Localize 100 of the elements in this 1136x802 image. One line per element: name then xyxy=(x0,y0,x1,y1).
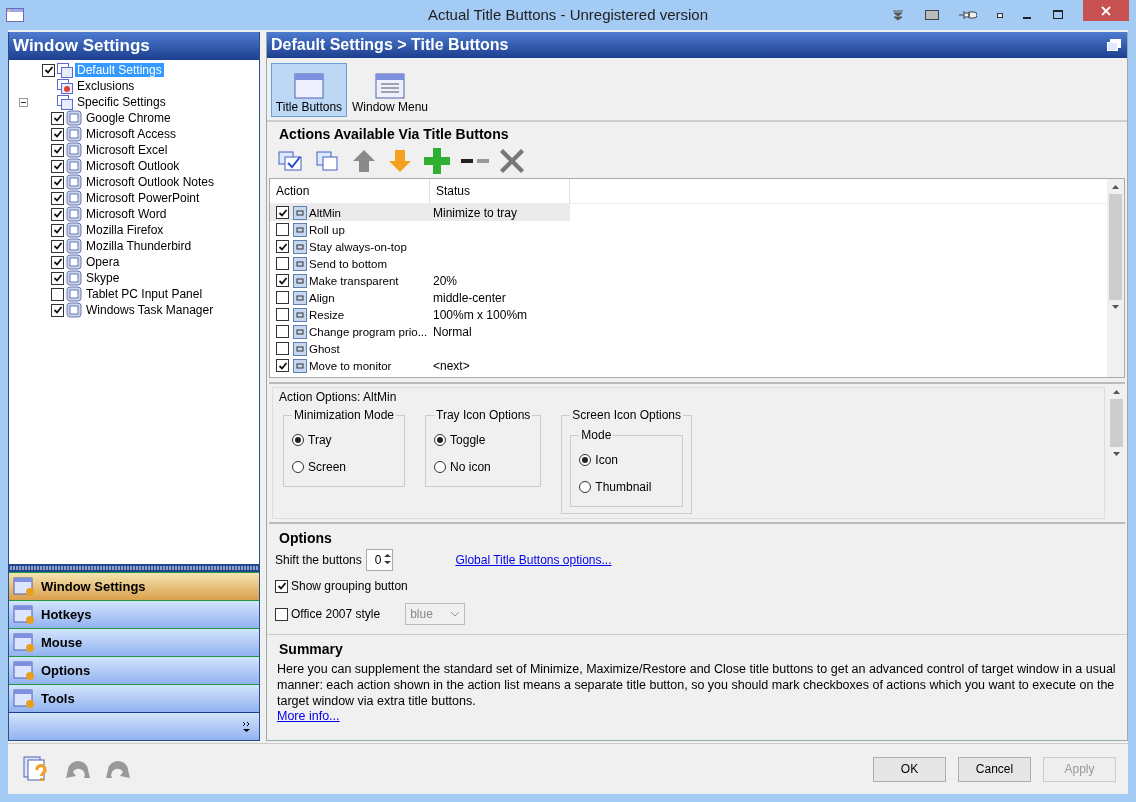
toolbar-tab[interactable]: Window Menu xyxy=(349,63,432,117)
section-title: Summary xyxy=(278,640,344,659)
check-all-icon[interactable] xyxy=(277,149,305,173)
action-status: middle-center xyxy=(433,290,506,305)
tree-item[interactable]: Mozilla Firefox xyxy=(84,223,166,237)
tree-item[interactable]: Microsoft PowerPoint xyxy=(84,191,202,205)
roll-icon[interactable] xyxy=(891,9,905,21)
checkbox[interactable] xyxy=(51,255,64,269)
list-row[interactable]: Roll up xyxy=(270,221,570,238)
radio-button[interactable] xyxy=(292,433,304,446)
list-row[interactable]: Move to monitor <next> xyxy=(270,357,570,374)
tree-item[interactable]: Google Chrome xyxy=(84,111,173,125)
scrollbar[interactable] xyxy=(1107,179,1124,377)
pin-icon[interactable] xyxy=(959,10,977,20)
checkbox[interactable] xyxy=(276,359,289,372)
tree-item[interactable]: Microsoft Outlook xyxy=(84,159,182,173)
spin-arrows-icon[interactable] xyxy=(383,551,393,566)
checkbox[interactable] xyxy=(51,159,64,173)
checkbox[interactable] xyxy=(276,206,289,219)
tree-item[interactable]: Microsoft Word xyxy=(84,207,169,221)
tree-item[interactable]: Exclusions xyxy=(75,79,137,93)
action-icon xyxy=(293,239,307,254)
radio-label: Toggle xyxy=(450,432,486,447)
tree-item[interactable]: Microsoft Outlook Notes xyxy=(84,175,217,189)
radio-button[interactable] xyxy=(434,433,447,446)
list-row[interactable]: Resize 100%m x 100%m xyxy=(270,306,570,323)
checkbox[interactable] xyxy=(51,143,64,157)
checkbox[interactable] xyxy=(51,271,64,285)
splitter-handle[interactable] xyxy=(9,564,259,572)
radio-label: Screen xyxy=(308,459,347,474)
app-icon xyxy=(66,286,82,302)
tree-item[interactable]: Opera xyxy=(84,255,122,269)
options-link[interactable]: Global Title Buttons options... xyxy=(455,553,612,567)
radio-button[interactable] xyxy=(579,480,592,493)
dialog-button[interactable]: OK xyxy=(873,756,946,782)
tree-item[interactable]: Specific Settings xyxy=(75,95,168,109)
tree-item[interactable]: Skype xyxy=(84,271,122,285)
arrow-up-icon[interactable] xyxy=(351,149,377,173)
more-info-link[interactable]: More info... xyxy=(277,709,340,723)
action-icon xyxy=(293,273,307,288)
collapse-toggle[interactable] xyxy=(19,97,28,107)
checkbox[interactable] xyxy=(276,274,289,287)
tree-item[interactable]: Mozilla Thunderbird xyxy=(84,239,194,253)
tree-item[interactable]: Windows Task Manager xyxy=(84,303,216,317)
chevron-icon[interactable] xyxy=(242,720,251,733)
list-row[interactable]: Align middle-center xyxy=(270,289,570,306)
pattern-icon[interactable] xyxy=(925,10,939,20)
list-row[interactable]: Change program prio... Normal xyxy=(270,323,570,340)
restore-icon[interactable] xyxy=(1107,39,1121,51)
nav-item[interactable]: Hotkeys xyxy=(9,600,259,628)
toolbar-tab[interactable]: Title Buttons xyxy=(271,63,347,117)
tree-item[interactable]: Microsoft Excel xyxy=(84,143,170,157)
column-header[interactable]: Action xyxy=(270,179,430,203)
action-name: Align xyxy=(308,291,336,304)
nav-overflow-bar[interactable] xyxy=(9,712,259,740)
list-row[interactable]: AltMin Minimize to tray xyxy=(270,204,570,221)
checkbox[interactable] xyxy=(51,303,64,317)
list-row[interactable]: Make transparent 20% xyxy=(270,272,570,289)
checkbox[interactable] xyxy=(276,257,289,270)
spin-field[interactable]: 0 xyxy=(365,549,394,571)
checkbox[interactable] xyxy=(275,607,288,621)
nav-item[interactable]: Tools xyxy=(9,684,259,712)
tree-item[interactable]: Microsoft Access xyxy=(84,127,179,141)
checkbox[interactable] xyxy=(51,239,64,253)
checkbox[interactable] xyxy=(51,207,64,221)
nav-item[interactable]: Options xyxy=(9,656,259,684)
checkbox[interactable] xyxy=(42,63,55,77)
checkbox[interactable] xyxy=(51,287,64,301)
checkbox[interactable] xyxy=(276,342,289,355)
checkbox[interactable] xyxy=(51,191,64,205)
checkbox[interactable] xyxy=(276,308,289,321)
separator-icon[interactable] xyxy=(461,157,489,165)
group-title: Mode xyxy=(580,428,613,442)
radio-button[interactable] xyxy=(434,460,447,473)
app-icon xyxy=(66,158,82,174)
radio-button[interactable] xyxy=(579,453,592,466)
checkbox[interactable] xyxy=(276,325,289,338)
checkbox[interactable] xyxy=(51,111,64,125)
close-button[interactable] xyxy=(1083,0,1129,21)
radio-button[interactable] xyxy=(292,460,304,473)
dialog-button[interactable]: Cancel xyxy=(958,756,1031,782)
checkbox[interactable] xyxy=(275,579,288,593)
checkbox[interactable] xyxy=(51,127,64,141)
nav-item[interactable]: Window Settings xyxy=(9,572,259,600)
tree-item[interactable]: Tablet PC Input Panel xyxy=(84,287,205,301)
checkbox[interactable] xyxy=(51,223,64,237)
checkbox[interactable] xyxy=(276,223,289,236)
action-name: Move to monitor xyxy=(308,359,393,372)
list-row[interactable]: Ghost xyxy=(270,340,570,357)
checkbox[interactable] xyxy=(276,291,289,304)
list-row[interactable]: Stay always-on-top xyxy=(270,238,570,255)
nav-item[interactable]: Mouse xyxy=(9,628,259,656)
delete-icon[interactable] xyxy=(499,148,525,174)
action-name: Stay always-on-top xyxy=(308,240,408,253)
maximize-icon[interactable] xyxy=(1053,10,1063,20)
column-header[interactable]: Status xyxy=(430,179,570,203)
checkbox[interactable] xyxy=(276,240,289,253)
summary-text: Here you can supplement the standard set of Minimize, Maximize/Restore and Close title buttons to get an advanced control of target window in a usual manner: each action shown in the action list means a separate title button, so you should mark checkboxes of actions which you want to execute on the target window via extra title buttons. xyxy=(277,661,1117,709)
list-row[interactable]: Send to bottom xyxy=(270,255,570,272)
checkbox[interactable] xyxy=(51,175,64,189)
